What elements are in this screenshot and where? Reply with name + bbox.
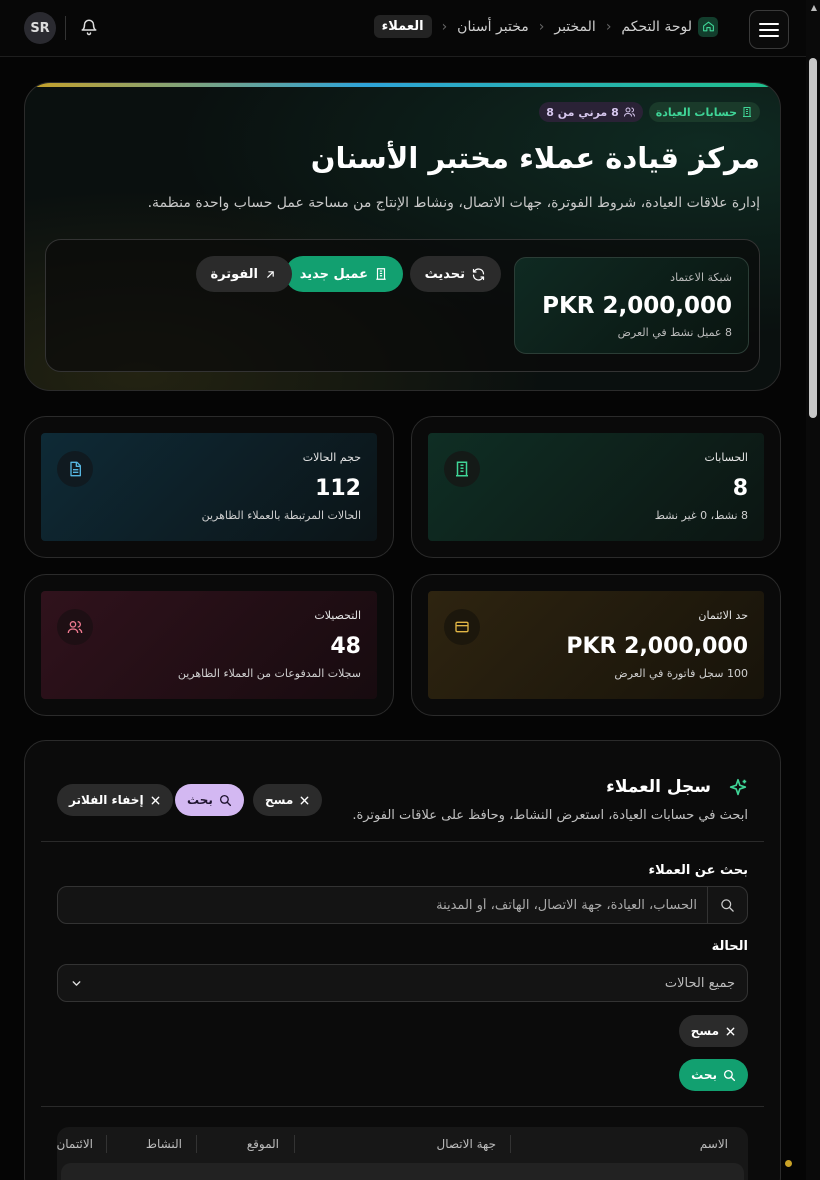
hero-section: حسابات العيادة 8 مرني من 8 مركز قيادة عم…: [24, 82, 781, 391]
search-icon: [723, 1069, 736, 1081]
users-icon: [623, 107, 635, 117]
search-label: بحث عن العملاء: [648, 863, 748, 878]
close-icon: [726, 1027, 735, 1035]
breadcrumb-dashboard[interactable]: لوحة التحكم: [621, 16, 718, 37]
page-description: إدارة علاقات العيادة، شروط الفوترة، جهات…: [147, 195, 760, 211]
scrollbar-thumb[interactable]: [809, 58, 817, 418]
divider: [65, 16, 66, 40]
scroll-up-icon[interactable]: ▲: [811, 3, 817, 12]
breadcrumb-dental-lab[interactable]: مختبر أسنان: [457, 19, 529, 35]
search-button[interactable]: بحث: [175, 784, 244, 816]
registry-description: ابحث في حسابات العيادة، استعرض النشاط، و…: [352, 808, 748, 823]
chevron-down-icon: [72, 980, 81, 986]
hamburger-icon: [759, 22, 779, 37]
home-icon: [698, 16, 718, 37]
column-header-location[interactable]: الموقع: [247, 1137, 279, 1151]
new-client-button[interactable]: عميل جديد: [284, 256, 403, 292]
document-icon: [57, 451, 93, 487]
search-icon: [707, 887, 747, 923]
top-bar: لوحة التحكم ‹ المختبر ‹ مختبر أسنان ‹ ال…: [0, 0, 806, 57]
registry-title: سجل العملاء: [606, 777, 711, 797]
bell-icon: [81, 19, 97, 36]
credit-network-label: شبكة الاعتماد: [670, 271, 732, 284]
stat-sub: الحالات المرتبطة بالعملاء الظاهرين: [201, 509, 361, 522]
chevron-left-icon: ‹: [605, 18, 612, 35]
stat-label: حجم الحالات: [302, 451, 361, 464]
search-button-secondary[interactable]: بحث: [679, 1059, 748, 1091]
search-icon: [219, 794, 231, 806]
credit-network-sub: 8 عميل نشط في العرض: [617, 326, 732, 339]
credit-network-card: شبكة الاعتماد PKR 2,000,000 8 عميل نشط ف…: [514, 257, 749, 354]
search-field[interactable]: [57, 886, 748, 924]
arrow-up-right-icon: [267, 270, 274, 278]
building-icon: [444, 451, 480, 487]
column-header-credit[interactable]: الائتمان: [57, 1137, 93, 1151]
stat-sub: سجلات المدفوعات من العملاء الظاهرين: [177, 667, 361, 680]
close-icon: [300, 796, 309, 804]
chevron-left-icon: ‹: [538, 18, 545, 35]
breadcrumb-clients: العملاء: [373, 15, 432, 38]
column-divider: [196, 1135, 197, 1153]
flexible-count-chip: 8 مرني من 8: [539, 102, 643, 122]
column-divider: [294, 1135, 295, 1153]
status-select-value: جميع الحالات: [664, 975, 735, 991]
column-header-name[interactable]: الاسم: [700, 1137, 728, 1151]
search-input[interactable]: [58, 887, 707, 923]
sparkles-icon: [729, 778, 747, 796]
scrollbar[interactable]: ▲: [806, 0, 820, 1180]
stat-value: PKR 2,000,000: [566, 634, 748, 659]
stat-label: الحسابات: [704, 451, 748, 464]
status-select[interactable]: جميع الحالات: [57, 964, 748, 1002]
breadcrumb-lab[interactable]: المختبر: [554, 19, 595, 35]
clear-button[interactable]: مسح: [253, 784, 323, 816]
page-title: مركز قيادة عملاء مختبر الأسنان: [310, 141, 760, 175]
column-header-contact[interactable]: جهة الاتصال: [437, 1137, 497, 1151]
stat-sub: 8 نشط، 0 غير نشط: [654, 509, 748, 522]
column-header-activity[interactable]: النشاط: [146, 1137, 182, 1151]
clinic-accounts-chip: حسابات العيادة: [648, 102, 760, 122]
stat-label: حد الائتمان: [698, 609, 748, 622]
stat-label: التحصيلات: [314, 609, 361, 622]
stat-card-accounts: الحسابات 8 8 نشط، 0 غير نشط: [411, 416, 781, 558]
refresh-icon: [472, 267, 485, 281]
stat-value: 8: [732, 476, 748, 501]
stat-card-collections: التحصيلات 48 سجلات المدفوعات من العملاء …: [24, 574, 394, 716]
status-dot: [785, 1160, 792, 1167]
close-icon: [151, 796, 159, 804]
stat-card-cases: حجم الحالات 112 الحالات المرتبطة بالعملا…: [24, 416, 394, 558]
stat-sub: 100 سجل فاتورة في العرض: [614, 667, 748, 680]
invoice-button[interactable]: الفوترة: [195, 256, 292, 292]
hero-chips: حسابات العيادة 8 مرني من 8: [539, 102, 760, 122]
hero-accent-bar: [25, 83, 780, 87]
notifications-button[interactable]: [80, 17, 98, 37]
table-row[interactable]: [61, 1163, 744, 1180]
stat-value: 48: [330, 634, 361, 659]
client-registry: سجل العملاء ابحث في حسابات العيادة، استع…: [24, 740, 781, 1180]
clear-button-secondary[interactable]: مسح: [678, 1015, 748, 1047]
building-icon: [743, 107, 751, 117]
divider: [41, 1106, 764, 1107]
clients-table: الاسم جهة الاتصال الموقع النشاط الائتمان: [57, 1127, 748, 1180]
card-icon: [444, 609, 480, 645]
divider: [41, 841, 764, 842]
column-divider: [510, 1135, 511, 1153]
users-icon: [57, 609, 93, 645]
credit-network-value: PKR 2,000,000: [542, 293, 732, 319]
refresh-button[interactable]: تحديث: [409, 256, 501, 292]
stat-card-credit-limit: حد الائتمان PKR 2,000,000 100 سجل فاتورة…: [411, 574, 781, 716]
hide-filters-button[interactable]: إخفاء الفلاتر: [57, 784, 173, 816]
status-label: الحالة: [711, 939, 748, 954]
building-icon: [376, 268, 386, 280]
hero-panel: شبكة الاعتماد PKR 2,000,000 8 عميل نشط ف…: [45, 239, 760, 372]
chevron-left-icon: ‹: [441, 18, 448, 35]
breadcrumb: لوحة التحكم ‹ المختبر ‹ مختبر أسنان ‹ ال…: [373, 15, 718, 38]
menu-button[interactable]: [749, 10, 789, 49]
stat-value: 112: [315, 476, 361, 501]
column-divider: [106, 1135, 107, 1153]
avatar[interactable]: SR: [24, 12, 56, 44]
